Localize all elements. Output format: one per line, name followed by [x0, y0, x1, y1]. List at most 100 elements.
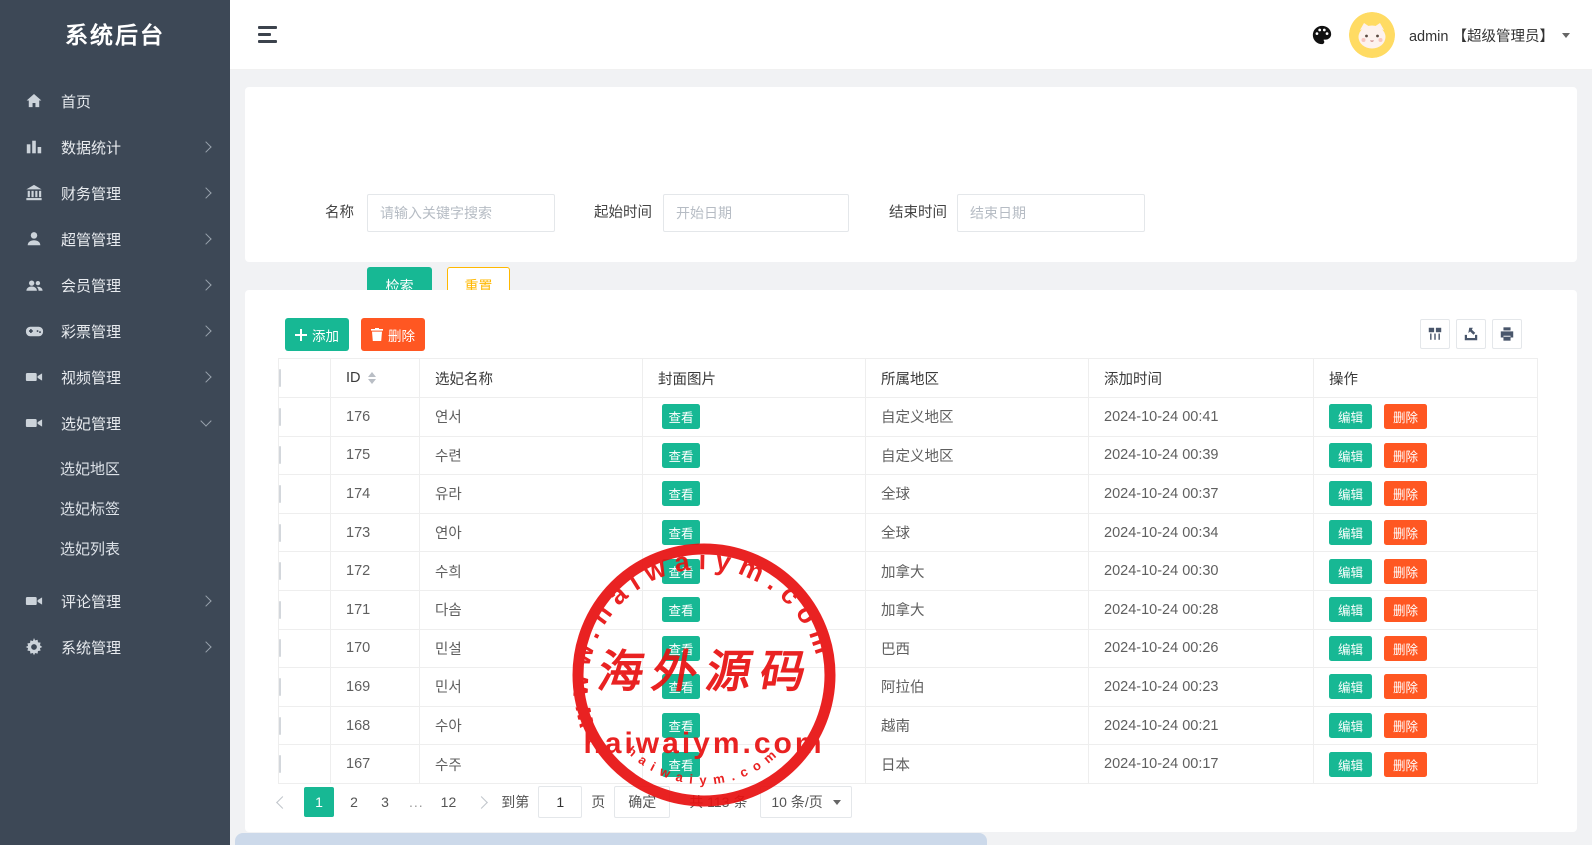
edit-button[interactable]: 编辑 [1329, 674, 1372, 699]
sidebar-item-video[interactable]: 视频管理 [0, 354, 230, 400]
end-date-input[interactable] [957, 194, 1145, 232]
name-search-input[interactable] [367, 194, 555, 232]
table-header-row: ID 选妃名称 封面图片 所属地区 添加时间 操作 [279, 359, 1538, 398]
edit-button[interactable]: 编辑 [1329, 520, 1372, 545]
sidebar-item-system[interactable]: 系统管理 [0, 624, 230, 670]
sidebar-item-xuanfei[interactable]: 选妃管理 [0, 400, 230, 446]
export-button[interactable] [1456, 319, 1486, 349]
row-checkbox[interactable] [279, 562, 281, 580]
sidebar-item-label: 数据统计 [61, 137, 121, 158]
row-delete-button[interactable]: 删除 [1384, 559, 1427, 584]
row-checkbox[interactable] [279, 524, 281, 542]
row-delete-button[interactable]: 删除 [1384, 674, 1427, 699]
row-delete-button[interactable]: 删除 [1384, 713, 1427, 738]
print-button[interactable] [1492, 319, 1522, 349]
sidebar: 系统后台 首页 数据统计 财务管理 超管管理 [0, 0, 230, 845]
sidebar-item-label: 超管管理 [61, 229, 121, 250]
row-checkbox[interactable] [279, 446, 281, 464]
cell-id: 171 [331, 590, 420, 629]
cell-region: 自定义地区 [866, 436, 1089, 475]
sidebar-item-label: 系统管理 [61, 637, 121, 658]
view-cover-button[interactable]: 查看 [662, 674, 700, 699]
view-cover-button[interactable]: 查看 [662, 404, 700, 429]
row-checkbox[interactable] [279, 639, 281, 657]
page-size-select[interactable]: 10 条/页 [760, 786, 851, 818]
view-cover-button[interactable]: 查看 [662, 520, 700, 545]
page-12[interactable]: 12 [437, 787, 461, 817]
sidebar-item-statistics[interactable]: 数据统计 [0, 124, 230, 170]
row-checkbox[interactable] [279, 601, 281, 619]
row-checkbox[interactable] [279, 755, 281, 773]
gear-icon [24, 637, 44, 657]
row-delete-button[interactable]: 删除 [1384, 520, 1427, 545]
edit-button[interactable]: 编辑 [1329, 713, 1372, 738]
edit-button[interactable]: 编辑 [1329, 559, 1372, 584]
row-delete-button[interactable]: 删除 [1384, 636, 1427, 661]
view-cover-button[interactable]: 查看 [662, 597, 700, 622]
sidebar-subitem-list[interactable]: 选妃列表 [0, 530, 230, 570]
sidebar-item-finance[interactable]: 财务管理 [0, 170, 230, 216]
filter-columns-button[interactable] [1420, 319, 1450, 349]
cell-time: 2024-10-24 00:30 [1089, 552, 1314, 591]
sidebar-subitem-tag[interactable]: 选妃标签 [0, 490, 230, 530]
next-page-icon[interactable] [475, 796, 488, 809]
avatar[interactable] [1349, 12, 1395, 58]
confirm-page-button[interactable]: 确定 [614, 786, 670, 818]
view-cover-button[interactable]: 查看 [662, 636, 700, 661]
theme-palette-icon[interactable] [1309, 22, 1335, 48]
video-camera-icon [24, 413, 44, 433]
sidebar-item-home[interactable]: 首页 [0, 78, 230, 124]
cell-id: 170 [331, 629, 420, 668]
edit-button[interactable]: 编辑 [1329, 443, 1372, 468]
edit-button[interactable]: 编辑 [1329, 481, 1372, 506]
cell-id: 174 [331, 475, 420, 514]
cell-region: 阿拉伯 [866, 668, 1089, 707]
cell-region: 日本 [866, 745, 1089, 784]
sidebar-menu: 首页 数据统计 财务管理 超管管理 会 [0, 70, 230, 670]
sidebar-item-label: 财务管理 [61, 183, 121, 204]
cell-time: 2024-10-24 00:37 [1089, 475, 1314, 514]
sidebar-item-superadmin[interactable]: 超管管理 [0, 216, 230, 262]
sidebar-item-comments[interactable]: 评论管理 [0, 578, 230, 624]
delete-button[interactable]: 删除 [361, 318, 425, 351]
cell-id: 175 [331, 436, 420, 475]
edit-button[interactable]: 编辑 [1329, 597, 1372, 622]
select-all-checkbox[interactable] [279, 369, 281, 387]
sidebar-item-lottery[interactable]: 彩票管理 [0, 308, 230, 354]
edit-button[interactable]: 编辑 [1329, 404, 1372, 429]
add-button-label: 添加 [312, 325, 339, 345]
goto-page-input[interactable] [538, 786, 582, 818]
sort-icon[interactable] [368, 372, 376, 384]
bottom-panel-edge [235, 833, 987, 845]
edit-button[interactable]: 编辑 [1329, 636, 1372, 661]
view-cover-button[interactable]: 查看 [662, 443, 700, 468]
sidebar-subitem-region[interactable]: 选妃地区 [0, 450, 230, 490]
users-icon [24, 275, 44, 295]
chevron-right-icon [200, 279, 211, 290]
row-delete-button[interactable]: 删除 [1384, 443, 1427, 468]
cell-time: 2024-10-24 00:34 [1089, 513, 1314, 552]
page-3[interactable]: 3 [374, 787, 396, 817]
row-checkbox[interactable] [279, 485, 281, 503]
edit-button[interactable]: 编辑 [1329, 752, 1372, 777]
prev-page-icon[interactable] [276, 796, 289, 809]
add-button[interactable]: 添加 [285, 318, 349, 351]
row-checkbox[interactable] [279, 717, 281, 735]
admin-menu[interactable]: admin 【超级管理员】 [1409, 25, 1570, 46]
row-checkbox[interactable] [279, 408, 281, 426]
view-cover-button[interactable]: 查看 [662, 481, 700, 506]
page-1[interactable]: 1 [304, 787, 334, 817]
row-delete-button[interactable]: 删除 [1384, 597, 1427, 622]
start-date-input[interactable] [663, 194, 849, 232]
view-cover-button[interactable]: 查看 [662, 752, 700, 777]
row-checkbox[interactable] [279, 678, 281, 696]
row-delete-button[interactable]: 删除 [1384, 404, 1427, 429]
table-row: 167 수주 查看 日本 2024-10-24 00:17 编辑 删除 [279, 745, 1538, 784]
row-delete-button[interactable]: 删除 [1384, 752, 1427, 777]
row-delete-button[interactable]: 删除 [1384, 481, 1427, 506]
sidebar-item-members[interactable]: 会员管理 [0, 262, 230, 308]
page-2[interactable]: 2 [343, 787, 365, 817]
view-cover-button[interactable]: 查看 [662, 559, 700, 584]
view-cover-button[interactable]: 查看 [662, 713, 700, 738]
sidebar-collapse-icon[interactable] [258, 26, 278, 43]
